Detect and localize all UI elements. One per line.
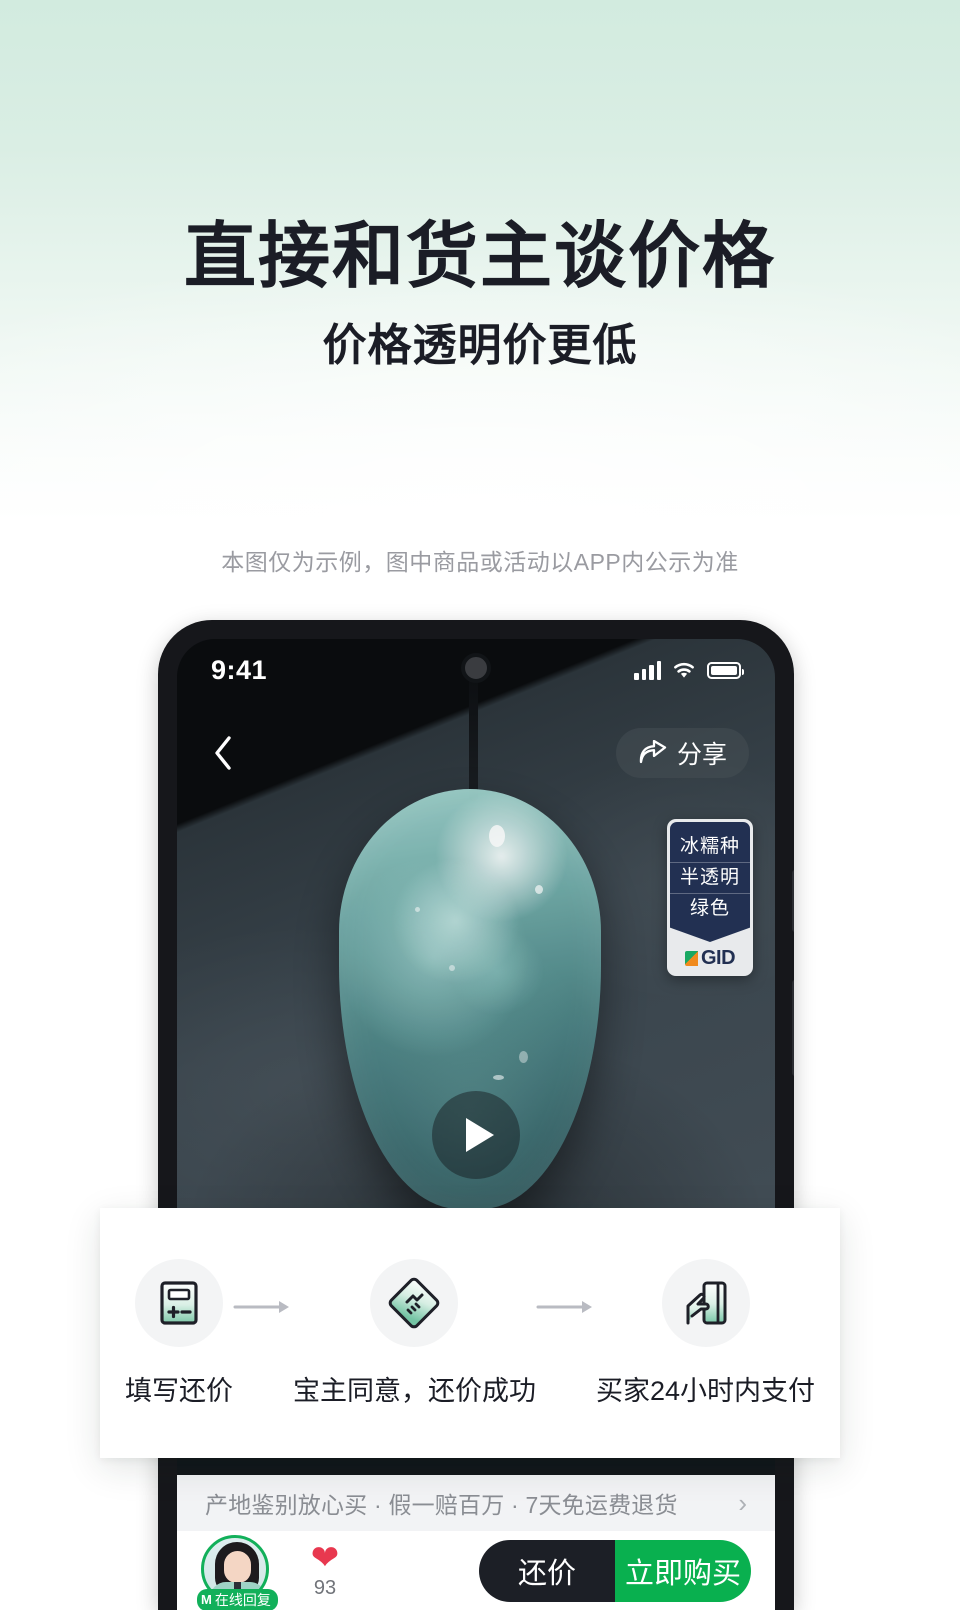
phone-power-button xyxy=(792,980,794,1076)
signal-bars-icon xyxy=(634,661,661,680)
gid-attr-row: 绿色 xyxy=(670,893,750,924)
buy-now-button[interactable]: 立即购买 xyxy=(615,1540,751,1602)
step-label: 填写还价 xyxy=(125,1369,233,1408)
photo-speck xyxy=(493,1075,504,1080)
step-buyer-pays: 买家24小时内支付 xyxy=(596,1259,815,1408)
service-guarantee-bar[interactable]: 产地鉴别放心买 · 假一赔百万 · 7天免运费退货 › xyxy=(177,1475,775,1531)
step-arrow-1 xyxy=(233,1299,293,1315)
step-arrow-2 xyxy=(536,1299,596,1315)
step-owner-agrees: 宝主同意，还价成功 xyxy=(293,1259,536,1408)
jade-highlight xyxy=(519,1051,528,1063)
hand-card-icon xyxy=(679,1276,733,1330)
service-guarantee-text: 产地鉴别放心买 · 假一赔百万 · 7天免运费退货 xyxy=(205,1486,678,1520)
step-label: 宝主同意，还价成功 xyxy=(293,1369,536,1408)
calculator-icon xyxy=(152,1276,206,1330)
video-play-button[interactable] xyxy=(432,1091,520,1179)
step-icon-wrap xyxy=(370,1259,458,1347)
gid-certificate-badge[interactable]: 冰糯种 半透明 绿色 GID xyxy=(667,819,753,976)
heart-icon: ❤ xyxy=(311,1541,340,1575)
status-icon-group xyxy=(634,661,741,680)
step-label: 买家24小时内支付 xyxy=(596,1369,815,1408)
play-icon xyxy=(466,1118,494,1152)
step-fill-counter-offer: 填写还价 xyxy=(125,1259,233,1408)
product-action-bar: M 在线回复 ❤ 93 还价 立即购买 xyxy=(177,1531,775,1610)
page-subtitle: 价格透明价更低 xyxy=(0,319,960,373)
seller-avatar-wrap[interactable]: M 在线回复 xyxy=(201,1535,273,1607)
phone-volume-button xyxy=(792,870,794,932)
gid-logo-mark-icon xyxy=(685,951,698,966)
jade-highlight xyxy=(415,907,420,912)
share-arrow-icon xyxy=(638,740,668,766)
gid-badge-body: 冰糯种 半透明 绿色 xyxy=(670,822,750,942)
gid-attr-row: 冰糯种 xyxy=(670,832,750,862)
handshake-icon xyxy=(387,1276,441,1330)
jade-highlight xyxy=(449,965,455,971)
phone-mockup: 9:41 分享 xyxy=(158,620,794,1610)
share-button[interactable]: 分享 xyxy=(616,728,749,778)
counter-offer-button[interactable]: 还价 xyxy=(479,1540,615,1602)
bargain-steps-card: 填写还价 宝主同意，还价 xyxy=(100,1208,840,1458)
arrow-right-icon xyxy=(536,1299,596,1315)
back-button[interactable] xyxy=(203,731,243,775)
favorite-count: 93 xyxy=(314,1577,336,1600)
favorite-button[interactable]: ❤ 93 xyxy=(295,1541,355,1600)
wifi-icon xyxy=(671,661,697,680)
status-badge: M 在线回复 xyxy=(197,1589,278,1610)
avatar-face xyxy=(224,1551,251,1583)
steps-row: 填写还价 宝主同意，还价 xyxy=(100,1259,840,1408)
status-time: 9:41 xyxy=(211,655,267,686)
step-icon-wrap xyxy=(662,1259,750,1347)
page-title: 直接和货主谈价格 xyxy=(0,215,960,299)
disclaimer-text: 本图仅为示例，图中商品或活动以APP内公示为准 xyxy=(0,543,960,577)
gid-attr-row: 半透明 xyxy=(670,862,750,893)
jade-highlight xyxy=(535,885,543,894)
purchase-button-group: 还价 立即购买 xyxy=(479,1540,751,1602)
jade-highlight xyxy=(489,825,505,847)
gid-logo: GID xyxy=(670,942,750,970)
product-nav-bar: 分享 xyxy=(177,725,775,781)
share-label: 分享 xyxy=(677,735,727,771)
chevron-left-icon xyxy=(213,736,233,770)
step-icon-wrap xyxy=(135,1259,223,1347)
arrow-right-icon xyxy=(233,1299,293,1315)
promo-headline-block: 直接和货主谈价格 价格透明价更低 xyxy=(0,215,960,373)
battery-icon xyxy=(707,662,741,679)
front-camera-punch-hole xyxy=(461,653,491,683)
chevron-right-icon: › xyxy=(738,1488,747,1519)
phone-screen: 9:41 分享 xyxy=(177,639,775,1610)
gid-logo-text: GID xyxy=(701,947,735,970)
jade-inner-swirl xyxy=(373,841,561,1051)
